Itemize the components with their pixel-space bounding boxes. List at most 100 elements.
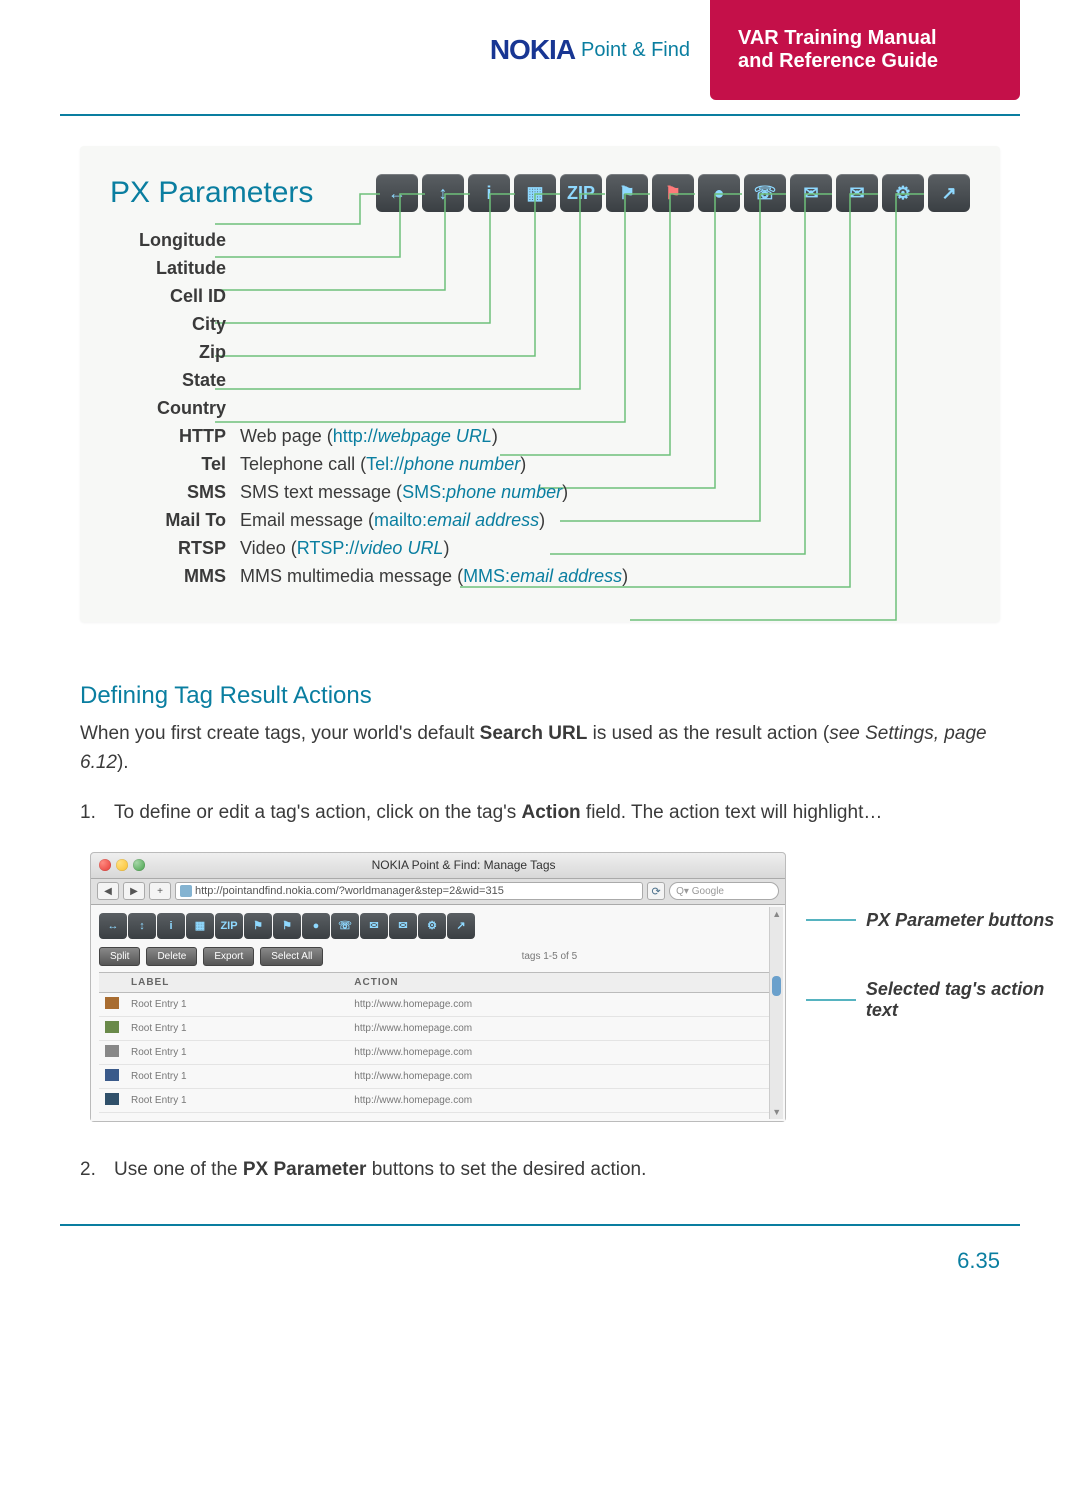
search-field[interactable]: Q▾ Google	[669, 882, 779, 900]
mini-rtsp-icon[interactable]: ⚙	[418, 913, 446, 939]
reload-button[interactable]: ⟳	[647, 882, 665, 900]
row-icon	[105, 1045, 119, 1057]
table-row[interactable]: Root Entry 1http://www.homepage.com	[99, 1016, 777, 1040]
cell-action-selected[interactable]: http://www.homepage.com	[354, 999, 472, 1010]
table-row[interactable]: Root Entry 1http://www.homepage.com	[99, 1040, 777, 1064]
state-icon[interactable]: ⚑	[606, 174, 648, 212]
px-icon-row: ↔ ↕ i ▦ ZIP ⚑ ⚑ ● ☏ ✉ ✉ ⚙ ↗	[376, 174, 970, 212]
scroll-up-icon[interactable]: ▲	[770, 907, 783, 921]
cell-action[interactable]: http://www.homepage.com	[348, 1088, 777, 1112]
label-state: State	[130, 370, 240, 391]
address-bar: ◀ ▶ + http://pointandfind.nokia.com/?wor…	[91, 879, 785, 905]
param-latitude: Latitude	[130, 258, 970, 279]
search-placeholder: Q▾ Google	[676, 886, 724, 897]
scroll-down-icon[interactable]: ▼	[770, 1105, 783, 1119]
split-button[interactable]: Split	[99, 947, 140, 966]
cell-action[interactable]: http://www.homepage.com	[348, 1064, 777, 1088]
annot-px-buttons: PX Parameter buttons	[806, 910, 1080, 931]
mailto-icon[interactable]: ✉	[836, 174, 878, 212]
header-left: NOKIA Point & Find	[60, 0, 710, 100]
delete-button[interactable]: Delete	[146, 947, 197, 966]
label-sms: SMS	[130, 482, 240, 503]
param-sms: SMSSMS text message (SMS:phone number)	[130, 482, 970, 503]
rtsp-icon[interactable]: ⚙	[882, 174, 924, 212]
step-1-num: 1.	[80, 799, 114, 828]
val-http: Web page (http://webpage URL)	[240, 426, 498, 447]
close-icon[interactable]	[99, 859, 111, 871]
param-country: Country	[130, 398, 970, 419]
minimize-icon[interactable]	[116, 859, 128, 871]
label-country: Country	[130, 398, 240, 419]
city-icon[interactable]: ▦	[514, 174, 556, 212]
mini-zip-icon[interactable]: ZIP	[215, 913, 243, 939]
forward-button[interactable]: ▶	[123, 882, 145, 900]
step-2: 2. Use one of the PX Parameter buttons t…	[80, 1156, 1000, 1185]
label-tel: Tel	[130, 454, 240, 475]
cell-action[interactable]: http://www.homepage.com	[348, 1016, 777, 1040]
param-longitude: Longitude	[130, 230, 970, 251]
scroll-track[interactable]	[770, 921, 783, 1105]
mini-state-icon[interactable]: ⚑	[244, 913, 272, 939]
mini-mailto-icon[interactable]: ✉	[389, 913, 417, 939]
mini-tel-icon[interactable]: ☏	[331, 913, 359, 939]
th-label[interactable]: LABEL	[125, 972, 348, 992]
header-badge: VAR Training Manual and Reference Guide	[710, 0, 1020, 100]
scroll-thumb[interactable]	[772, 976, 781, 996]
mini-city-icon[interactable]: ▦	[186, 913, 214, 939]
sms-icon[interactable]: ✉	[790, 174, 832, 212]
cell-label: Root Entry 1	[125, 1040, 348, 1064]
mms-icon[interactable]: ↗	[928, 174, 970, 212]
mini-http-icon[interactable]: ●	[302, 913, 330, 939]
country-icon[interactable]: ⚑	[652, 174, 694, 212]
export-button[interactable]: Export	[203, 947, 254, 966]
browser-window: NOKIA Point & Find: Manage Tags ◀ ▶ + ht…	[90, 852, 786, 1122]
table-header-row: LABELACTION	[99, 972, 777, 992]
cell-label: Root Entry 1	[125, 1016, 348, 1040]
mini-sms-icon[interactable]: ✉	[360, 913, 388, 939]
cellid-icon[interactable]: i	[468, 174, 510, 212]
mini-longitude-icon[interactable]: ↔	[99, 913, 127, 939]
table-row[interactable]: Root Entry 1http://www.homepage.com	[99, 1088, 777, 1112]
px-card-header: PX Parameters ↔ ↕ i ▦ ZIP ⚑ ⚑ ● ☏ ✉ ✉ ⚙ …	[110, 174, 970, 212]
annot-dash-icon	[806, 919, 856, 921]
cell-action[interactable]: http://www.homepage.com	[348, 1040, 777, 1064]
label-rtsp: RTSP	[130, 538, 240, 559]
label-latitude: Latitude	[130, 258, 240, 279]
px-parameters-card: PX Parameters ↔ ↕ i ▦ ZIP ⚑ ⚑ ● ☏ ✉ ✉ ⚙ …	[80, 146, 1000, 622]
http-icon[interactable]: ●	[698, 174, 740, 212]
latitude-icon[interactable]: ↕	[422, 174, 464, 212]
favicon-icon	[180, 885, 192, 897]
param-http: HTTPWeb page (http://webpage URL)	[130, 426, 970, 447]
label-http: HTTP	[130, 426, 240, 447]
mini-latitude-icon[interactable]: ↕	[128, 913, 156, 939]
scrollbar[interactable]: ▲ ▼	[769, 907, 783, 1119]
page-number: 6.35	[0, 1248, 1000, 1274]
mini-mms-icon[interactable]: ↗	[447, 913, 475, 939]
param-city: City	[130, 314, 970, 335]
table-row[interactable]: Root Entry 1http://www.homepage.com	[99, 1064, 777, 1088]
val-mailto: Email message (mailto:email address)	[240, 510, 545, 531]
screenshot-wrap: NOKIA Point & Find: Manage Tags ◀ ▶ + ht…	[90, 852, 1080, 1122]
mini-cellid-icon[interactable]: i	[157, 913, 185, 939]
label-mms: MMS	[130, 566, 240, 587]
label-longitude: Longitude	[130, 230, 240, 251]
zip-icon[interactable]: ZIP	[560, 174, 602, 212]
label-zip: Zip	[130, 342, 240, 363]
section-title: Defining Tag Result Actions	[80, 682, 1000, 710]
px-mini-icon-row: ↔ ↕ i ▦ ZIP ⚑ ⚑ ● ☏ ✉ ✉ ⚙ ↗	[99, 913, 777, 939]
back-button[interactable]: ◀	[97, 882, 119, 900]
th-action[interactable]: ACTION	[348, 972, 777, 992]
tag-count: tags 1-5 of 5	[522, 951, 578, 962]
table-row[interactable]: Root Entry 1 http://www.homepage.com	[99, 992, 777, 1016]
select-all-button[interactable]: Select All	[260, 947, 323, 966]
add-button[interactable]: +	[149, 882, 171, 900]
tel-icon[interactable]: ☏	[744, 174, 786, 212]
zoom-icon[interactable]	[133, 859, 145, 871]
header-title-2: and Reference Guide	[738, 50, 992, 73]
step-1-text: To define or edit a tag's action, click …	[114, 799, 882, 828]
cell-label: Root Entry 1	[125, 992, 348, 1016]
url-field[interactable]: http://pointandfind.nokia.com/?worldmana…	[175, 882, 643, 900]
longitude-icon[interactable]: ↔	[376, 174, 418, 212]
mini-country-icon[interactable]: ⚑	[273, 913, 301, 939]
param-mms: MMSMMS multimedia message (MMS:email add…	[130, 566, 970, 587]
